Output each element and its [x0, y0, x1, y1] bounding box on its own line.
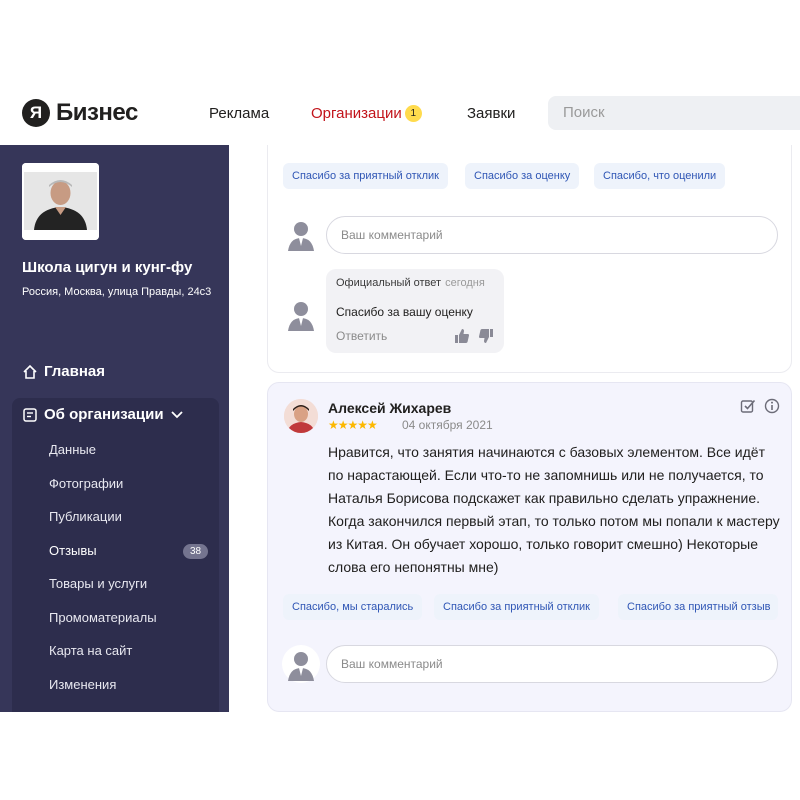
nav-ads[interactable]: Реклама — [209, 88, 269, 138]
quick-reply-chip[interactable]: Спасибо за приятный отклик — [283, 163, 448, 189]
person-photo-icon — [22, 163, 99, 240]
review-actions — [740, 398, 780, 414]
official-reply-text: Спасибо за вашу оценку — [336, 305, 473, 319]
nav-organizations-label: Организации — [311, 104, 402, 122]
sidebar-item-label: Карта на сайт — [49, 643, 133, 658]
sidebar-item-publications[interactable]: Публикации — [49, 509, 122, 524]
review-text: Нравится, что занятия начинаются с базов… — [328, 444, 780, 575]
user-avatar-placeholder — [282, 215, 320, 253]
document-icon — [23, 407, 37, 422]
quick-reply-chip[interactable]: Спасибо за приятный отклик — [434, 594, 599, 620]
comment-placeholder: Ваш комментарий — [341, 228, 443, 242]
reply-button[interactable]: Ответить — [336, 329, 387, 343]
reviews-count-badge: 38 — [183, 544, 208, 559]
sidebar-item-label: Промоматериалы — [49, 610, 157, 625]
home-icon — [23, 364, 37, 379]
sidebar-item-promo[interactable]: Промоматериалы — [49, 610, 157, 625]
user-avatar-placeholder — [282, 645, 320, 683]
organization-avatar[interactable] — [22, 163, 99, 240]
quick-reply-chip[interactable]: Спасибо за оценку — [465, 163, 580, 189]
info-icon[interactable] — [764, 398, 780, 414]
organization-name: Школа цигун и кунг-фу — [22, 259, 193, 276]
reviewer-avatar[interactable] — [284, 399, 318, 433]
official-reply-label: Официальный ответ — [336, 277, 442, 289]
thumbs-down-icon[interactable] — [478, 328, 494, 344]
quick-reply-chip[interactable]: Спасибо, что оценили — [594, 163, 726, 189]
owner-avatar-placeholder — [282, 295, 320, 333]
review-card: Спасибо за приятный отклик Спасибо за оц… — [267, 145, 792, 373]
quick-reply-chip[interactable]: Спасибо, мы старались — [283, 594, 423, 620]
organizations-badge: 1 — [404, 104, 422, 122]
sidebar: Школа цигун и кунг-фу Россия, Москва, ул… — [0, 145, 229, 712]
sidebar-group-about-toggle[interactable]: Об организации — [22, 406, 190, 423]
user-silhouette-icon — [288, 302, 314, 331]
sidebar-item-data[interactable]: Данные — [49, 442, 96, 457]
sidebar-group-about-label: Об организации — [44, 406, 164, 423]
logo-mark: Я — [22, 99, 50, 127]
nav-requests[interactable]: Заявки — [467, 88, 515, 138]
search-input[interactable]: Поиск — [548, 96, 800, 130]
official-reply: Официальный ответ сегодня Спасибо за вашу… — [326, 269, 504, 353]
user-silhouette-icon — [288, 652, 314, 681]
official-reply-header: Официальный ответ сегодня — [336, 277, 485, 289]
search-placeholder: Поиск — [563, 104, 605, 121]
logo-text: Бизнес — [56, 99, 138, 126]
sidebar-item-site-map[interactable]: Карта на сайт — [49, 643, 132, 658]
sidebar-item-label: Товары и услуги — [49, 576, 148, 591]
reviewer-photo-icon — [284, 399, 318, 433]
thumbs-up-icon[interactable] — [454, 328, 470, 344]
sidebar-item-label: Фотографии — [49, 476, 124, 491]
yandex-business-logo[interactable]: Я Бизнес — [22, 96, 138, 130]
sidebar-item-label: Изменения — [49, 677, 117, 692]
edit-check-icon[interactable] — [740, 398, 756, 414]
reviewer-name: Алексей Жихарев — [328, 400, 452, 416]
organization-address: Россия, Москва, улица Правды, 24с3 — [22, 286, 212, 298]
rating-stars: ★★★★★ — [328, 418, 378, 432]
chevron-down-icon — [170, 410, 183, 418]
reply-reactions — [454, 328, 494, 344]
sidebar-item-changes[interactable]: Изменения — [49, 677, 116, 692]
quick-reply-chip[interactable]: Спасибо за приятный отзыв — [618, 594, 778, 620]
official-reply-date: сегодня — [445, 277, 485, 289]
review-card: Алексей Жихарев ★★★★★ 04 октября 2021 Нр… — [267, 382, 792, 712]
nav-organizations[interactable]: Организации 1 — [311, 88, 422, 138]
comment-placeholder: Ваш комментарий — [341, 657, 443, 671]
comment-input[interactable]: Ваш комментарий — [326, 645, 778, 683]
sidebar-item-label: Данные — [49, 442, 96, 457]
sidebar-item-label: Отзывы — [49, 543, 97, 558]
nav-ads-label: Реклама — [209, 104, 270, 122]
sidebar-item-photos[interactable]: Фотографии — [49, 476, 123, 491]
sidebar-item-home[interactable]: Главная — [22, 363, 105, 380]
sidebar-item-goods[interactable]: Товары и услуги — [49, 576, 147, 591]
top-header: Я Бизнес Реклама Организации 1 Заявки По… — [0, 88, 800, 138]
sidebar-item-label: Публикации — [49, 509, 122, 524]
review-date: 04 октября 2021 — [402, 418, 493, 432]
nav-requests-label: Заявки — [467, 104, 516, 122]
user-silhouette-icon — [288, 222, 314, 251]
sidebar-item-home-label: Главная — [44, 363, 106, 380]
comment-input[interactable]: Ваш комментарий — [326, 216, 778, 254]
sidebar-group-about: Об организации Данные Фотографии Публика… — [12, 398, 219, 712]
